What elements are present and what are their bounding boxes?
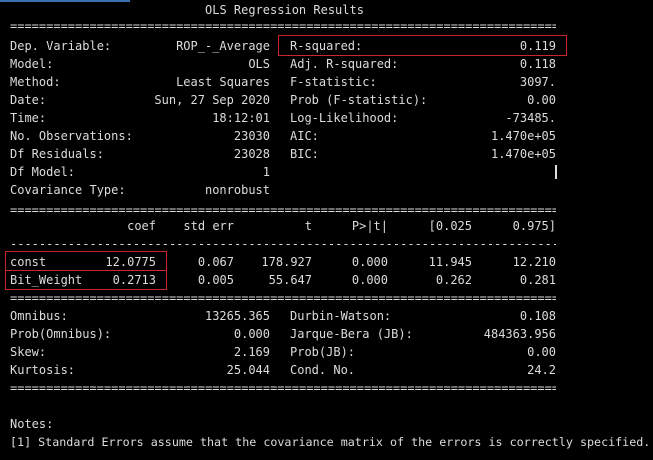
summary-label: Df Model: <box>10 165 76 179</box>
diagnostic-label: Omnibus: <box>10 309 68 323</box>
t-value: 55.647 <box>268 273 312 287</box>
diagnostic-label: Prob(Omnibus): <box>10 327 112 341</box>
std-err-value: 0.067 <box>197 255 234 269</box>
summary-value: 1.470e+05 <box>490 147 556 161</box>
diagnostic-value: 24.2 <box>527 363 556 377</box>
summary-value: 23028 <box>233 147 270 161</box>
diagnostic-label: Durbin-Watson: <box>290 309 392 323</box>
double-separator: ========================================… <box>10 19 556 33</box>
summary-label: BIC: <box>290 147 319 161</box>
double-separator: ========================================… <box>10 381 556 395</box>
summary-value: 18:12:01 <box>212 111 270 125</box>
summary-value: nonrobust <box>204 183 270 197</box>
summary-label: Df Residuals: <box>10 147 104 161</box>
double-separator: ========================================… <box>10 203 556 217</box>
std-err-value: 0.005 <box>197 273 234 287</box>
t-value: 178.927 <box>261 255 312 269</box>
summary-value: Sun, 27 Sep 2020 <box>154 93 270 107</box>
summary-value: -73485. <box>505 111 556 125</box>
summary-label: Method: <box>10 75 61 89</box>
ci-lower-value: 11.945 <box>428 255 472 269</box>
diagnostic-label: Prob(JB): <box>290 345 356 359</box>
ci-lower-value: 0.262 <box>435 273 472 287</box>
t-header: t <box>304 219 312 233</box>
summary-value: 1 <box>262 165 270 179</box>
diagnostic-label: Kurtosis: <box>10 363 76 377</box>
diagnostic-value: 2.169 <box>233 345 270 359</box>
p-value: 0.000 <box>351 255 388 269</box>
summary-label: F-statistic: <box>290 75 377 89</box>
bit-weight-highlight <box>5 270 167 290</box>
summary-value: 0.118 <box>519 57 556 71</box>
summary-label: Dep. Variable: <box>10 39 112 53</box>
diagnostic-value: 0.000 <box>233 327 270 341</box>
note-item: [1] Standard Errors assume that the cova… <box>10 435 651 449</box>
summary-value: 1.470e+05 <box>490 129 556 143</box>
single-separator: ----------------------------------------… <box>10 237 556 251</box>
summary-label: Log-Likelihood: <box>290 111 399 125</box>
ci-upper-header: 0.975] <box>512 219 556 233</box>
diagnostic-label: Jarque-Bera (JB): <box>290 327 413 341</box>
r-squared-highlight <box>278 35 567 56</box>
diagnostic-value: 484363.956 <box>483 327 556 341</box>
summary-value: 0.00 <box>527 93 556 107</box>
ci-lower-header: [0.025 <box>428 219 472 233</box>
summary-label: Covariance Type: <box>10 183 126 197</box>
summary-label: AIC: <box>290 129 319 143</box>
summary-label: Model: <box>10 57 54 71</box>
summary-value: OLS <box>248 57 270 71</box>
summary-label: No. Observations: <box>10 129 133 143</box>
summary-label: Prob (F-statistic): <box>290 93 428 107</box>
ci-upper-value: 0.281 <box>519 273 556 287</box>
diagnostic-label: Skew: <box>10 345 47 359</box>
const-highlight <box>5 251 167 271</box>
summary-value: ROP_-_Average <box>176 39 270 53</box>
summary-label: Time: <box>10 111 47 125</box>
std-err-header: std err <box>183 219 234 233</box>
summary-value: 3097. <box>519 75 556 89</box>
coef-header: coef <box>127 219 156 233</box>
ci-upper-value: 12.210 <box>512 255 556 269</box>
summary-label: Adj. R-squared: <box>290 57 399 71</box>
double-separator: ========================================… <box>10 291 556 305</box>
diagnostic-label: Cond. No. <box>290 363 356 377</box>
p-value-header: P>|t| <box>351 219 388 233</box>
summary-label: Date: <box>10 93 47 107</box>
p-value: 0.000 <box>351 273 388 287</box>
diagnostic-value: 13265.365 <box>204 309 270 323</box>
notes-heading: Notes: <box>10 417 54 431</box>
results-title: OLS Regression Results <box>205 3 364 17</box>
summary-value: 23030 <box>233 129 270 143</box>
diagnostic-value: 0.108 <box>519 309 556 323</box>
diagnostic-value: 0.00 <box>527 345 556 359</box>
diagnostic-value: 25.044 <box>226 363 270 377</box>
summary-value: Least Squares <box>176 75 270 89</box>
text-cursor <box>555 165 557 179</box>
cell-focus-indicator <box>0 0 130 2</box>
